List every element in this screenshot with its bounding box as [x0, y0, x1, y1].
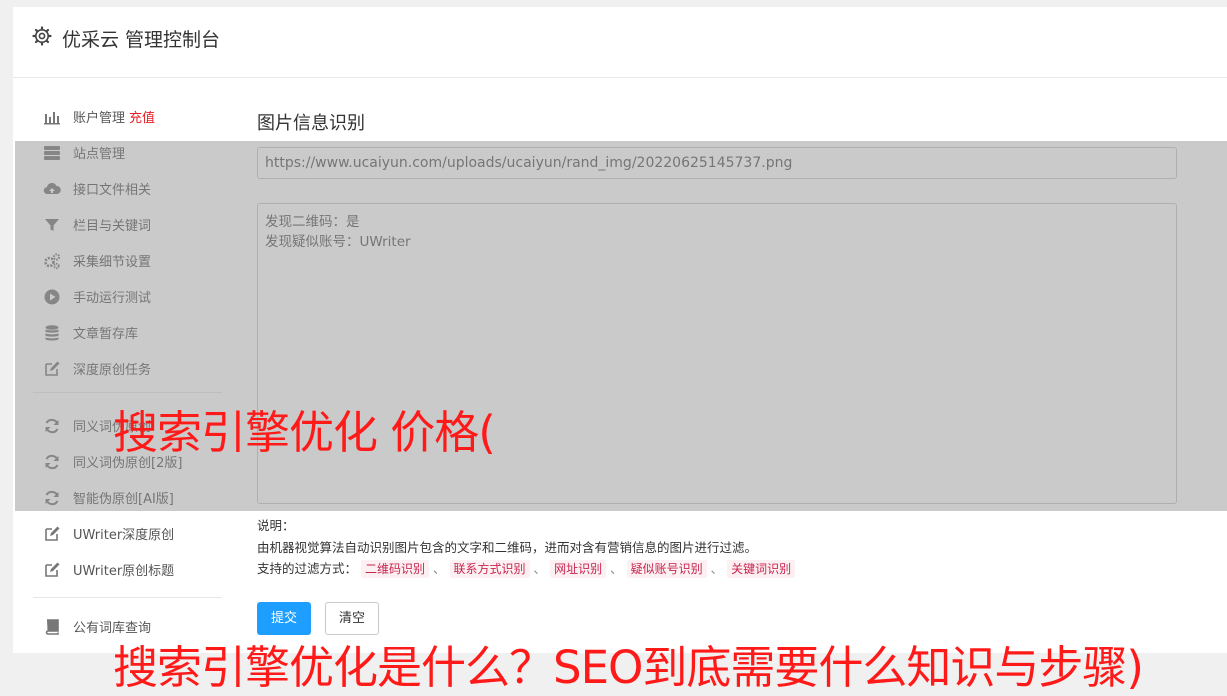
sidebar-item-account[interactable]: 账户管理 充值	[43, 105, 223, 129]
sidebar-item-label: 接口文件相关	[73, 183, 152, 198]
sidebar-divider	[33, 597, 222, 598]
sidebar-divider	[33, 392, 222, 393]
sidebar-item-api-files[interactable]: 接口文件相关	[43, 177, 223, 201]
book-icon	[45, 619, 59, 635]
sidebar-item-sites[interactable]: 站点管理	[43, 141, 223, 165]
sidebar-item-article-storage[interactable]: 文章暂存库	[43, 321, 223, 345]
sidebar-item-label: 采集细节设置	[73, 255, 152, 270]
filter-label: 支持的过滤方式：	[257, 561, 358, 576]
filter-tag: 联系方式识别	[449, 560, 530, 578]
sidebar-item-label: 手动运行测试	[73, 291, 152, 306]
sidebar-item-label: UWriter原创标题	[73, 564, 175, 579]
edit-icon	[45, 526, 60, 541]
sidebar-item-ai-rewrite[interactable]: 智能伪原创[AI版]	[43, 486, 223, 510]
sidebar-item-label: 站点管理	[73, 147, 126, 162]
bar-chart-icon	[44, 112, 60, 125]
tag-separator: 、	[610, 561, 623, 576]
sidebar-item-label: 文章暂存库	[73, 327, 139, 342]
play-icon	[44, 289, 60, 305]
cloud-upload-icon	[43, 182, 61, 195]
tag-separator: 、	[433, 561, 446, 576]
filter-icon	[45, 219, 59, 231]
sidebar-item-label: UWriter深度原创	[73, 528, 175, 543]
page-title: 优采云 管理控制台	[62, 29, 221, 51]
server-icon	[44, 146, 60, 160]
filter-tag: 关键词识别	[727, 560, 796, 578]
refresh-icon	[45, 454, 59, 470]
sidebar-item-uwriter-deep[interactable]: UWriter深度原创	[43, 522, 223, 546]
edit-icon	[45, 361, 60, 376]
sidebar-item-label: 账户管理	[73, 111, 126, 126]
watermark-text: 搜索引擎优化 价格(	[113, 406, 496, 459]
sidebar-item-manual-test[interactable]: 手动运行测试	[43, 285, 223, 309]
description-label: 说明：	[257, 518, 295, 533]
page: 优采云 管理控制台 账户管理 充值 站点管理 接口文件相关 栏目与关键词 采集细…	[13, 7, 1227, 653]
filter-tag: 二维码识别	[361, 560, 430, 578]
description: 说明： 由机器视觉算法自动识别图片包含的文字和二维码，进而对含有营销信息的图片进…	[257, 515, 757, 559]
sidebar-item-columns-keywords[interactable]: 栏目与关键词	[43, 213, 223, 237]
refresh-icon	[45, 490, 59, 506]
result-line: 发现疑似账号：UWriter	[265, 234, 411, 250]
sidebar-item-label: 栏目与关键词	[73, 219, 152, 234]
edit-icon	[45, 562, 60, 577]
sidebar-item-uwriter-title[interactable]: UWriter原创标题	[43, 558, 223, 582]
recharge-link[interactable]: 充值	[129, 111, 155, 126]
tag-separator: 、	[710, 561, 724, 576]
watermark-text: 搜索引擎优化是什么？SEO到底需要什么知识与步骤)	[113, 641, 1144, 694]
description-text: 由机器视觉算法自动识别图片包含的文字和二维码，进而对含有营销信息的图片进行过滤。	[257, 540, 758, 555]
sidebar-item-collect-settings[interactable]: 采集细节设置	[43, 249, 223, 273]
filter-tag: 网址识别	[550, 560, 607, 578]
result-line: 发现二维码：是	[265, 214, 360, 230]
sidebar-item-label: 深度原创任务	[73, 363, 152, 378]
refresh-icon	[45, 418, 59, 434]
header: 优采云 管理控制台	[13, 7, 1227, 78]
sidebar-item-label: 智能伪原创[AI版]	[73, 492, 174, 507]
section-title: 图片信息识别	[257, 113, 365, 134]
image-url-input[interactable]	[257, 147, 1177, 179]
sidebar-item-deep-original[interactable]: 深度原创任务	[43, 357, 223, 381]
filter-tag: 疑似账号识别	[626, 560, 707, 578]
filter-methods: 支持的过滤方式： 二维码识别、联系方式识别、网址识别、疑似账号识别、关键词识别	[257, 559, 796, 579]
gears-icon	[44, 253, 61, 270]
gear-icon	[32, 26, 52, 46]
tag-separator: 、	[533, 561, 547, 576]
database-icon	[45, 325, 59, 341]
